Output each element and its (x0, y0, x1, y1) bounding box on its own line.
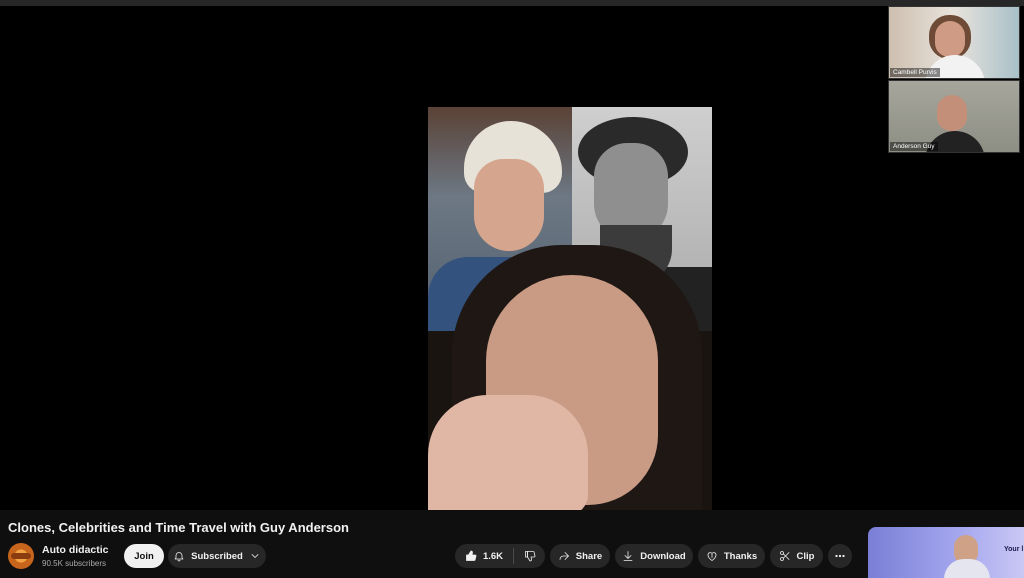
thumbs-up-icon (466, 550, 477, 561)
video-player[interactable]: Cambell Purvis Anderson Guy (0, 6, 1024, 510)
channel-avatar[interactable] (8, 543, 34, 569)
subscribed-label: Subscribed (191, 550, 243, 562)
participant-name: Cambell Purvis (890, 68, 940, 77)
participant-tile: Cambell Purvis (888, 6, 1020, 79)
clip-label: Clip (796, 550, 815, 562)
join-button[interactable]: Join (124, 544, 164, 568)
chevron-down-icon (251, 554, 259, 558)
download-label: Download (640, 550, 686, 562)
video-frame (428, 107, 712, 510)
subscribed-button[interactable]: Subscribed (168, 544, 266, 568)
channel-name[interactable]: Auto didactic (42, 544, 109, 556)
scissors-icon (779, 551, 789, 561)
share-arrow-icon (559, 552, 569, 560)
participant-name: Anderson Guy (890, 142, 938, 151)
thanks-label: Thanks (723, 550, 758, 562)
share-button[interactable]: Share (550, 544, 610, 568)
thanks-button[interactable]: Thanks (698, 544, 765, 568)
download-icon (623, 551, 633, 561)
more-horizontal-icon (835, 554, 845, 558)
download-button[interactable]: Download (615, 544, 693, 568)
video-title: Clones, Celebrities and Time Travel with… (8, 520, 349, 535)
sidebar-ad[interactable]: Your l (868, 527, 1024, 578)
clip-button[interactable]: Clip (770, 544, 823, 568)
subscriber-count: 90.5K subscribers (42, 559, 107, 568)
presenter-image (428, 245, 708, 510)
participant-tile: Anderson Guy (888, 80, 1020, 153)
heart-dollar-icon (707, 552, 717, 561)
video-info: Clones, Celebrities and Time Travel with… (0, 510, 1024, 578)
thumbs-down-icon (524, 551, 535, 562)
ad-text: Your l (1004, 546, 1024, 553)
like-button[interactable]: 1.6K (455, 544, 513, 568)
bell-icon (174, 552, 184, 562)
like-count: 1.6K (482, 550, 504, 562)
more-actions-button[interactable] (828, 544, 852, 568)
join-label: Join (134, 550, 154, 562)
share-label: Share (575, 550, 603, 562)
like-dislike-group: 1.6K (455, 544, 545, 568)
dislike-button[interactable] (514, 544, 545, 568)
